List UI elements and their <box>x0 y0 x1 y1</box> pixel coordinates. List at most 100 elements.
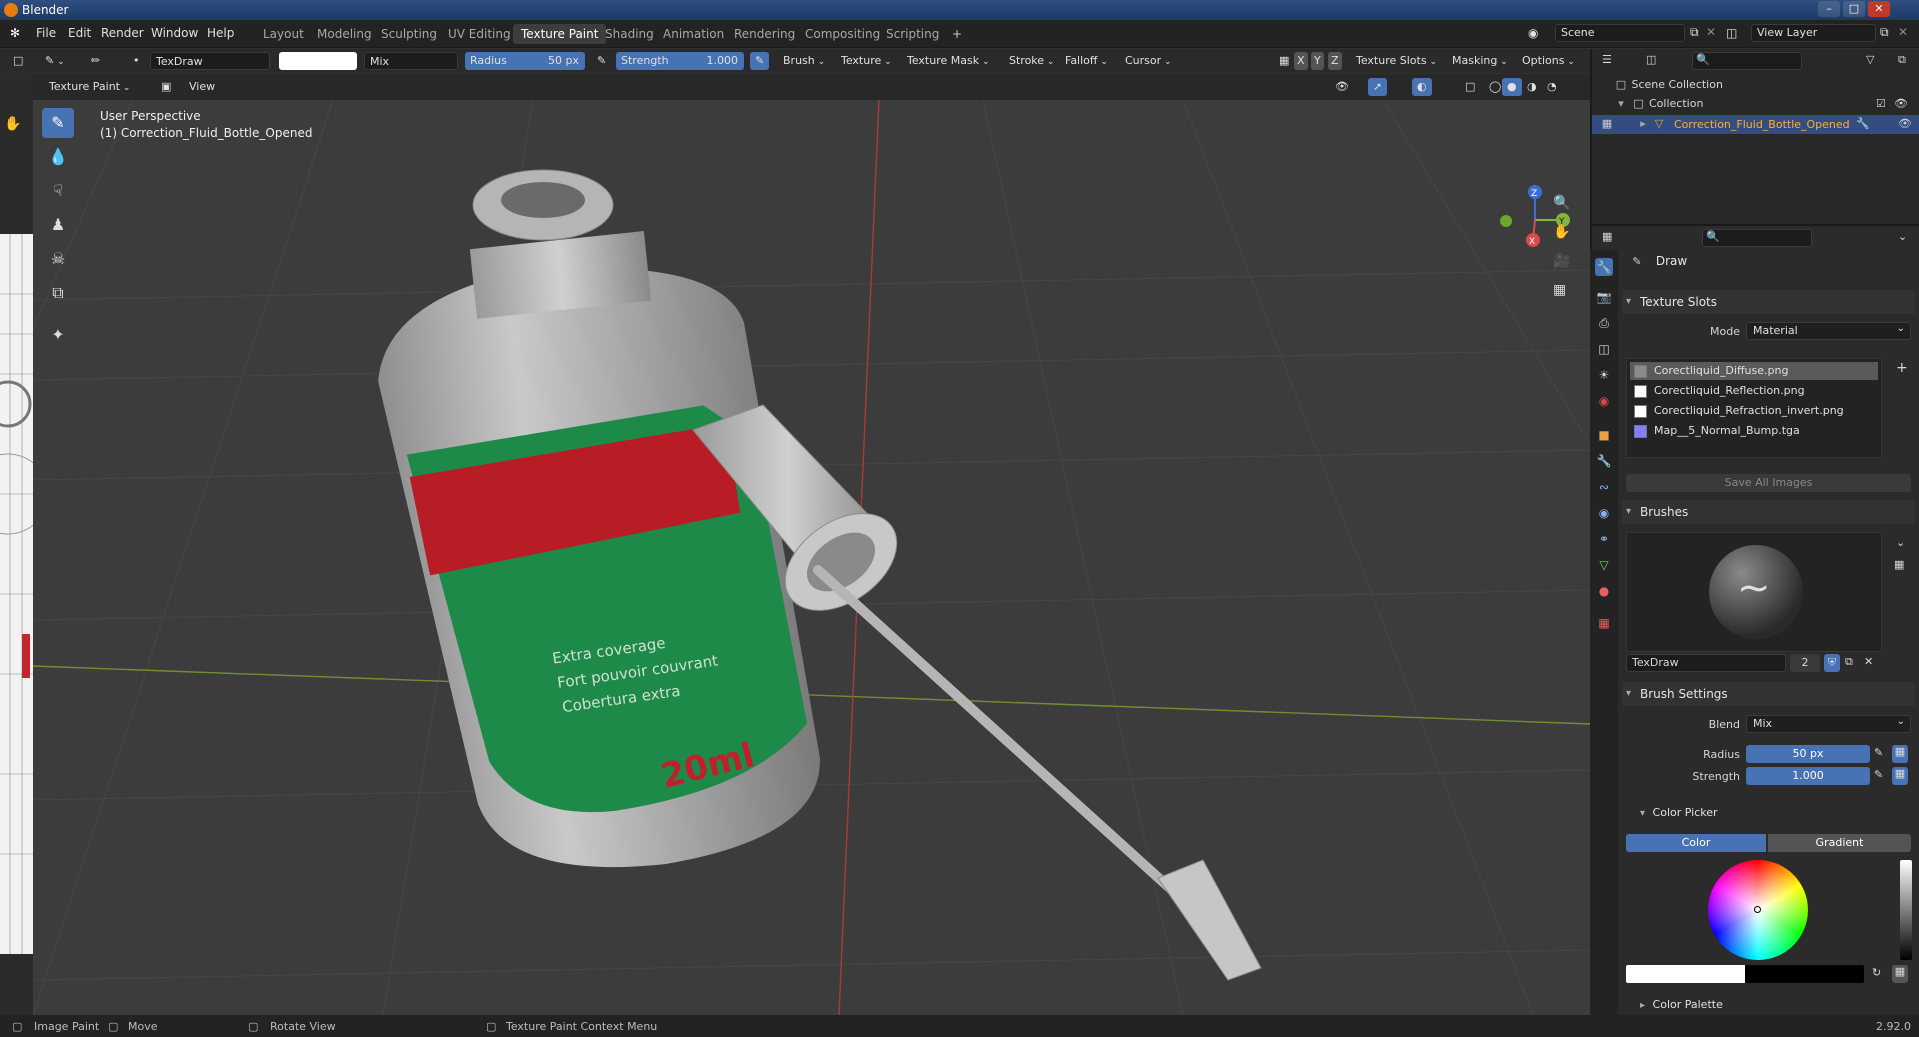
menu-render[interactable]: Render <box>101 26 144 40</box>
maximize-button[interactable]: □ <box>1843 1 1865 17</box>
overlay-toggle-icon[interactable]: ◐ <box>1412 78 1432 96</box>
brush-name-field[interactable]: TexDraw <box>1626 654 1786 672</box>
physics-tab-icon[interactable]: ◉ <box>1595 504 1613 522</box>
color-tab[interactable]: Color <box>1626 834 1766 852</box>
grab-hand-icon[interactable]: ✋ <box>4 116 21 132</box>
properties-search-input[interactable]: 🔍 <box>1702 229 1812 247</box>
draw-tool-icon[interactable]: ✎ <box>42 108 74 138</box>
brush-preview-box[interactable]: ∼ <box>1626 532 1882 652</box>
cursor-menu[interactable]: Cursor <box>1120 52 1177 70</box>
color-options-icon[interactable]: ▦ <box>1892 965 1908 983</box>
mask-tool-icon[interactable]: ⧉ <box>42 278 74 308</box>
pan-hand-icon[interactable]: ✋ <box>1553 224 1570 240</box>
texture-slot-item[interactable]: Corectliquid_Refraction_invert.png <box>1630 402 1878 420</box>
options-menu[interactable]: Options <box>1517 52 1580 70</box>
tab-animation[interactable]: Animation <box>655 24 732 44</box>
strength-unit-icon[interactable]: ▦ <box>1892 767 1908 785</box>
output-tab-icon[interactable]: ⎙ <box>1595 314 1613 332</box>
mask-toggle-icon[interactable]: ▣ <box>156 78 176 96</box>
duplicate-brush-icon[interactable]: ⧉ <box>1845 655 1853 669</box>
delete-view-layer-icon[interactable]: ✕ <box>1898 25 1908 39</box>
tab-layout[interactable]: Layout <box>255 24 312 44</box>
tab-texture-paint[interactable]: Texture Paint <box>513 24 607 44</box>
view-layer-field[interactable]: View Layer <box>1751 24 1876 42</box>
object-row[interactable]: ▦ ▸ ▽ Correction_Fluid_Bottle_Opened 🔧 👁 <box>1592 115 1919 134</box>
radius-slider[interactable]: Radius 50 px <box>465 52 585 70</box>
save-all-images-button[interactable]: Save All Images <box>1626 474 1911 492</box>
texture-mode-dropdown[interactable]: Material <box>1746 321 1911 340</box>
texture-slot-item[interactable]: Corectliquid_Diffuse.png <box>1630 362 1878 380</box>
particles-tab-icon[interactable]: ∾ <box>1595 478 1613 496</box>
texture-menu[interactable]: Texture <box>836 52 897 70</box>
brush-settings-panel-header[interactable]: Brush Settings <box>1622 682 1915 706</box>
eye-icon[interactable]: 👁 <box>1894 97 1908 110</box>
wrench-icon[interactable]: 🔧 <box>1856 117 1870 131</box>
color-wheel-cursor[interactable] <box>1754 906 1761 913</box>
menu-edit[interactable]: Edit <box>68 26 91 40</box>
outliner-type-icon[interactable]: ☰ <box>1602 53 1612 66</box>
tab-scripting[interactable]: Scripting <box>878 24 947 44</box>
view-layer-icon[interactable]: ◫ <box>1726 26 1737 40</box>
unlink-brush-icon[interactable]: ✕ <box>1864 655 1873 668</box>
collapse-arrow-icon[interactable]: ▾ <box>1614 97 1628 111</box>
texture-slots-panel-header[interactable]: Texture Slots <box>1622 290 1915 314</box>
material-shading-icon[interactable]: ◑ <box>1522 78 1542 96</box>
new-collection-icon[interactable]: ⧉ <box>1898 53 1906 67</box>
falloff-menu[interactable]: Falloff <box>1060 52 1113 70</box>
radius-pressure-icon[interactable]: ✎ <box>1874 746 1883 759</box>
color-swatch-bar[interactable] <box>1626 965 1864 983</box>
outliner-search-input[interactable]: 🔍 <box>1692 52 1802 70</box>
clone-tool-icon[interactable]: ♟ <box>42 210 74 240</box>
add-slot-button[interactable]: + <box>1896 360 1908 376</box>
tab-shading[interactable]: Shading <box>597 24 662 44</box>
brush-name-field[interactable]: TexDraw <box>150 52 270 70</box>
camera-view-icon[interactable]: 🎥 <box>1553 253 1570 269</box>
expand-arrow-icon[interactable]: ▸ <box>1636 117 1650 131</box>
stroke-menu[interactable]: Stroke <box>1004 52 1059 70</box>
blend-dropdown[interactable]: Mix <box>1746 714 1911 733</box>
render-tab-icon[interactable]: 📷 <box>1595 288 1613 306</box>
tool-icon[interactable]: ✎ <box>40 52 70 70</box>
radius-pressure-icon[interactable]: ✎ <box>592 52 611 70</box>
gizmo-toggle-icon[interactable]: ➚ <box>1368 78 1388 96</box>
tab-compositing[interactable]: Compositing <box>797 24 888 44</box>
menu-window[interactable]: Window <box>151 26 198 40</box>
eye-icon[interactable]: 👁 <box>1898 117 1912 131</box>
view-menu[interactable]: View <box>184 78 220 96</box>
menu-help[interactable]: Help <box>207 26 234 40</box>
scene-tab-icon[interactable]: ☀ <box>1595 366 1613 384</box>
tool-tab-icon[interactable]: 🔧 <box>1595 258 1613 276</box>
symmetry-icon[interactable]: ▦ <box>1274 52 1294 70</box>
masking-menu[interactable]: Masking <box>1447 52 1513 70</box>
brush-users-count[interactable]: 2 <box>1790 654 1820 672</box>
blend-mode-dropdown[interactable]: Mix <box>364 52 458 70</box>
soften-tool-icon[interactable]: 💧 <box>42 142 74 172</box>
symmetry-x-toggle[interactable]: X <box>1294 52 1308 70</box>
modifier-tab-icon[interactable]: 🔧 <box>1595 452 1613 470</box>
tab-rendering[interactable]: Rendering <box>726 24 803 44</box>
fake-user-shield-icon[interactable]: ⛨ <box>1824 654 1840 672</box>
swap-colors-icon[interactable]: ↻ <box>1872 966 1881 979</box>
minimize-button[interactable]: – <box>1818 1 1840 17</box>
tab-uv-editing[interactable]: UV Editing <box>440 24 519 44</box>
zoom-icon[interactable]: 🔍 <box>1553 195 1570 211</box>
texture-tab-icon[interactable]: ▦ <box>1595 614 1613 632</box>
menu-file[interactable]: File <box>36 26 56 40</box>
texture-slot-item[interactable]: Corectliquid_Reflection.png <box>1630 382 1878 400</box>
brush-menu[interactable]: Brush <box>778 52 830 70</box>
brush-color-swatch[interactable] <box>279 52 357 70</box>
texture-mask-menu[interactable]: Texture Mask <box>902 52 995 70</box>
new-view-layer-icon[interactable]: ⧉ <box>1880 25 1889 40</box>
scene-name-field[interactable]: Scene <box>1555 24 1685 42</box>
material-tab-icon[interactable]: ● <box>1595 582 1613 600</box>
3d-viewport[interactable]: Extra coverage Fort pouvoir couvrant Cob… <box>33 100 1590 1015</box>
gradient-tab[interactable]: Gradient <box>1768 834 1911 852</box>
color-palette-subpanel-header[interactable]: ▸ Color Palette <box>1640 998 1723 1011</box>
scene-collection-row[interactable]: □ Scene Collection <box>1614 78 1723 92</box>
texture-slots-menu[interactable]: Texture Slots <box>1351 52 1442 70</box>
mode-dropdown[interactable]: Texture Paint <box>44 78 135 96</box>
radius-slider[interactable]: 50 px <box>1746 745 1870 763</box>
tab-modeling[interactable]: Modeling <box>309 24 380 44</box>
brushes-panel-header[interactable]: Brushes <box>1622 500 1915 524</box>
brush-icon[interactable]: ✏ <box>86 52 105 70</box>
